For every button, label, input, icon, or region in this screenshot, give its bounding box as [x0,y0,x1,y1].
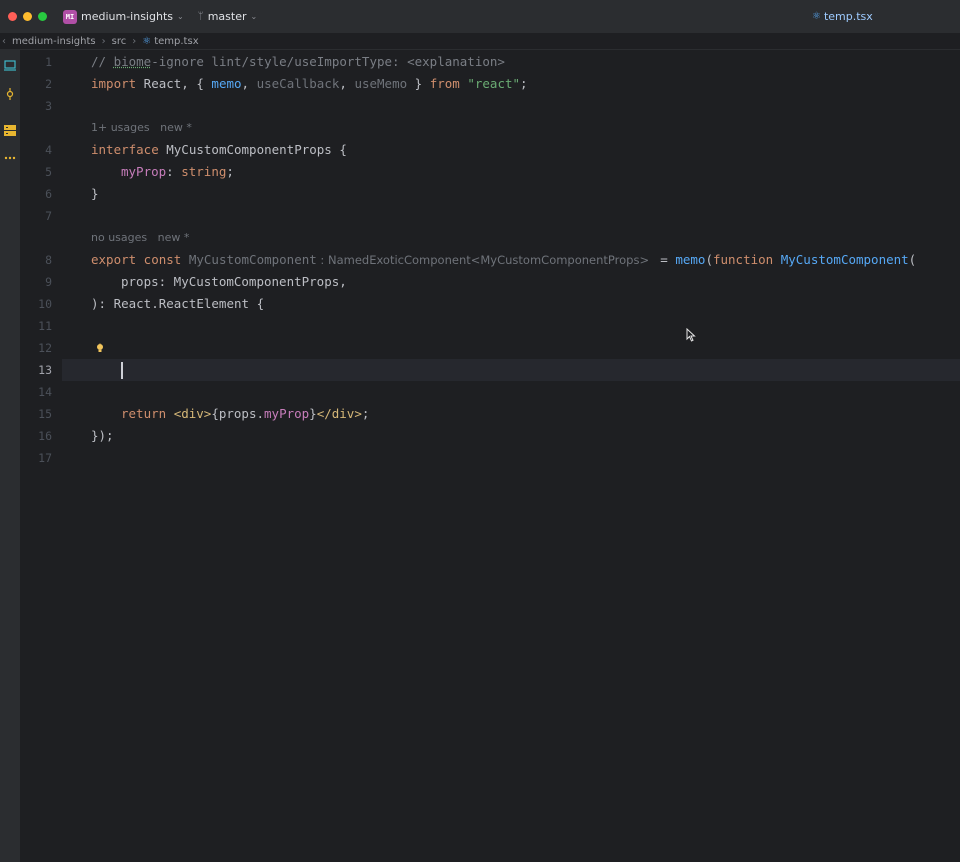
project-badge[interactable]: MI [63,9,77,24]
line-number-current: 13 [38,363,52,377]
minimize-window-button[interactable] [23,12,32,21]
close-window-button[interactable] [8,12,17,21]
more-tools-icon[interactable] [3,151,17,165]
breadcrumb-separator: ‹ [2,35,6,47]
chevron-down-icon[interactable]: ⌄ [177,12,184,21]
usages-inlay-hint[interactable]: no usages new * [91,227,189,249]
code-line-2: import React, { memo, useCallback, useMe… [91,76,528,91]
breadcrumb-item-file[interactable]: temp.tsx [154,36,198,47]
breadcrumb-item-project[interactable]: medium-insights [12,36,96,47]
project-tool-icon[interactable] [3,58,17,72]
line-number: 6 [45,187,52,201]
title-bar: MI medium-insights ⌄ ᛘ master ⌄ ⚛ temp.t… [0,0,960,33]
text-caret [121,362,123,379]
line-number: 12 [38,341,52,355]
code-line-1: // biome-ignore lint/style/useImportType… [91,54,505,69]
tab-label: temp.tsx [823,10,873,23]
zoom-window-button[interactable] [38,12,47,21]
code-line-10: ): React.ReactElement { [91,296,265,311]
line-number: 4 [45,143,52,157]
code-line-16: }); [91,428,114,443]
react-file-icon: ⚛ [812,11,821,22]
line-number: 14 [38,385,52,399]
chevron-down-icon[interactable]: ⌄ [251,12,258,21]
code-line-8: export const MyCustomComponent : NamedEx… [91,252,917,267]
line-number: 11 [38,319,52,333]
line-number-gutter[interactable]: 1 2 3 4 5 6 7 8 9 10 11 12 13 14 15 16 1… [20,50,62,862]
react-file-icon: ⚛ [142,35,152,47]
breadcrumb: ‹ medium-insights › src › ⚛ temp.tsx [0,33,960,50]
code-line-5: myProp: string; [121,164,234,179]
line-number: 2 [45,77,52,91]
editor-tab[interactable]: ⚛ temp.tsx [812,10,873,23]
code-line-9: props: MyCustomComponentProps, [121,274,347,289]
line-number: 17 [38,451,52,465]
breadcrumb-item-src[interactable]: src [112,36,127,47]
breadcrumb-separator: › [101,35,106,47]
line-number: 3 [45,99,52,113]
line-number: 8 [45,253,52,267]
line-number: 1 [45,55,52,69]
line-number: 16 [38,429,52,443]
spelling-typo: biome [113,54,152,69]
current-line-highlight [62,359,960,381]
code-line-15: return <div>{props.myProp}</div>; [121,406,370,421]
code-editor[interactable]: // biome-ignore lint/style/useImportType… [62,50,960,862]
mouse-pointer-icon [686,327,696,345]
line-number: 15 [38,407,52,421]
structure-tool-icon[interactable] [3,123,17,137]
type-inlay-hint: : NamedExoticComponent<MyCustomComponent… [316,253,653,267]
line-number: 9 [45,275,52,289]
branch-selector[interactable]: master [208,10,247,23]
breadcrumb-separator: › [132,35,137,47]
commit-tool-icon[interactable] [3,87,17,101]
code-line-6: } [91,186,99,201]
tool-window-strip [0,50,20,862]
lightbulb-icon[interactable] [95,343,105,357]
usages-inlay-hint[interactable]: 1+ usages new * [91,117,192,139]
code-line-4: interface MyCustomComponentProps { [91,142,347,157]
window-controls [8,12,47,21]
git-branch-icon: ᛘ [197,11,204,22]
line-number: 10 [38,297,52,311]
project-selector[interactable]: medium-insights [81,10,173,23]
line-number: 7 [45,209,52,223]
line-number: 5 [45,165,52,179]
